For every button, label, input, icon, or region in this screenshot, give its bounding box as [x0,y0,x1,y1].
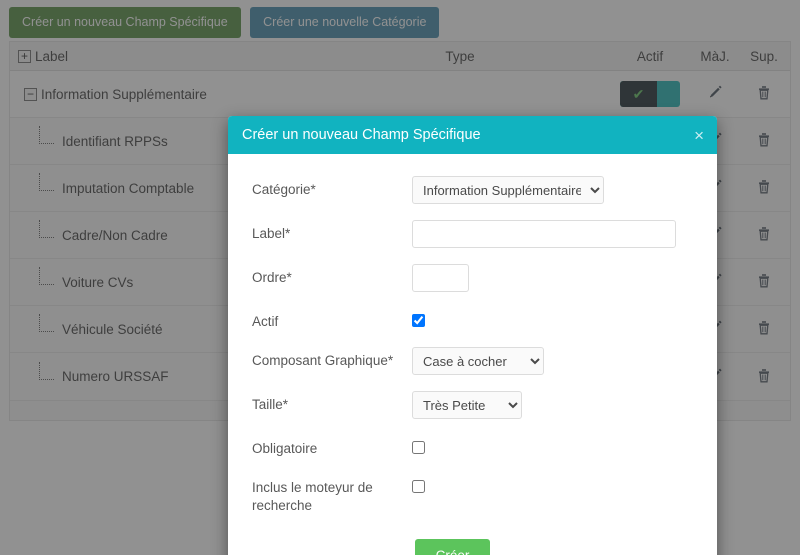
obligatoire-control [412,435,717,454]
label-label: Label* [252,226,291,241]
composant-control: Case à cocher [412,347,717,375]
ordre-input[interactable] [412,264,469,292]
field-row-composant: Composant Graphique* Case à cocher [228,347,717,375]
taille-control: Très Petite [412,391,717,419]
composant-label: Composant Graphique* [252,353,394,368]
field-row-label: Label* [228,220,717,248]
label-control [412,220,717,248]
field-row-categorie: Catégorie* Information Supplémentaire [228,176,717,204]
ordre-label: Ordre* [252,270,292,285]
moteur-recherche-control [412,474,717,493]
label-input[interactable] [412,220,676,248]
moteur-recherche-label: Inclus le moteyur de recherche [252,480,373,513]
categorie-control: Information Supplémentaire [412,176,717,204]
page-root: Créer un nouveau Champ Spécifique Créer … [0,0,800,555]
field-row-actif: Actif [228,308,717,331]
actif-checkbox[interactable] [412,314,425,327]
categorie-select[interactable]: Information Supplémentaire [412,176,604,204]
actif-control [412,308,717,327]
dialog-header: Créer un nouveau Champ Spécifique × [228,116,717,154]
composant-select[interactable]: Case à cocher [412,347,544,375]
dialog-body: Catégorie* Information Supplémentaire La… [228,154,717,555]
field-row-obligatoire: Obligatoire [228,435,717,458]
close-icon[interactable]: × [694,127,704,144]
field-row-ordre: Ordre* [228,264,717,292]
create-field-dialog: Créer un nouveau Champ Spécifique × Caté… [228,116,717,555]
submit-creer-button[interactable]: Créer [414,539,491,555]
obligatoire-checkbox[interactable] [412,441,425,454]
taille-select[interactable]: Très Petite [412,391,522,419]
field-row-moteur-recherche: Inclus le moteyur de recherche [228,474,717,515]
obligatoire-label: Obligatoire [252,441,318,456]
categorie-label: Catégorie* [252,182,316,197]
ordre-control [412,264,717,292]
field-row-taille: Taille* Très Petite [228,391,717,419]
moteur-recherche-checkbox[interactable] [412,480,425,493]
actif-label: Actif [252,314,279,329]
dialog-actions: Créer [228,531,717,555]
taille-label: Taille* [252,397,289,412]
dialog-title: Créer un nouveau Champ Spécifique [242,127,481,143]
